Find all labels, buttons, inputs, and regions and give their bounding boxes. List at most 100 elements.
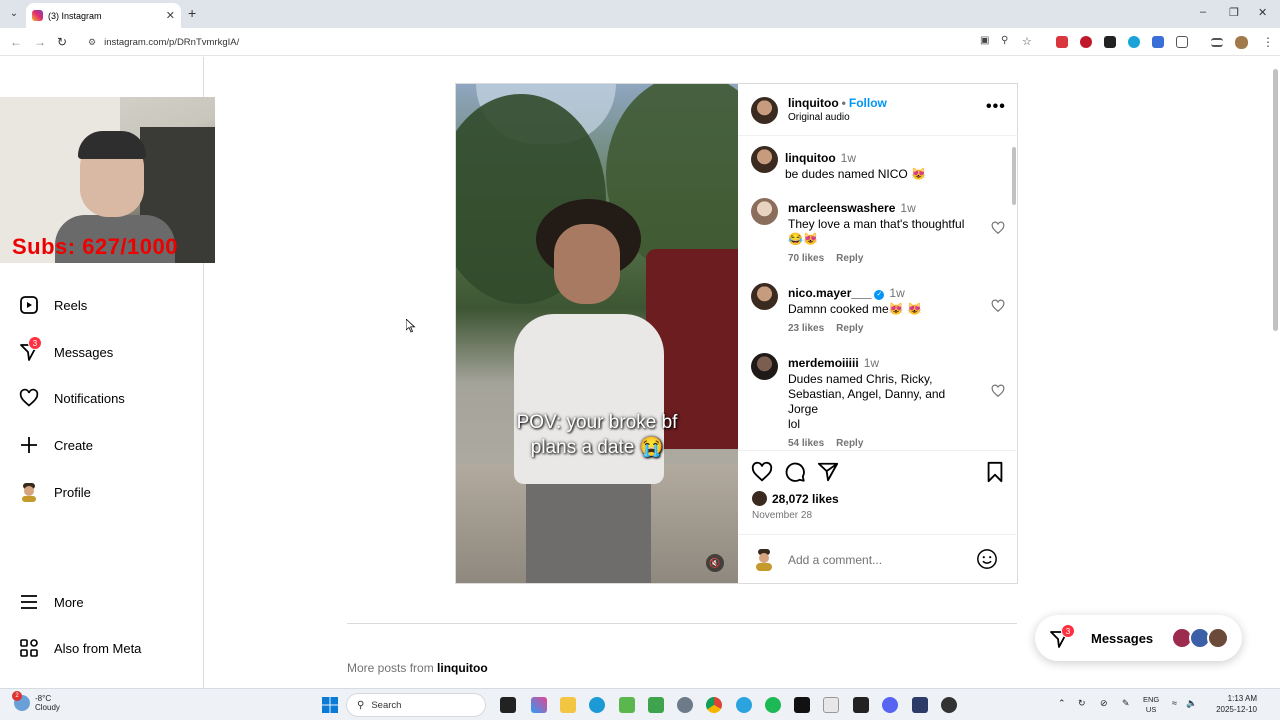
taskbar-search[interactable]: ⚲ Search <box>346 693 486 717</box>
sidebar-item-notifications[interactable]: Notifications <box>18 387 125 409</box>
extension-icon[interactable] <box>1080 36 1092 48</box>
reply-button[interactable]: Reply <box>836 438 863 449</box>
sidebar-item-more[interactable]: More <box>18 591 84 613</box>
site-info-icon[interactable]: ⚙ <box>88 37 96 48</box>
browser-tab[interactable]: (3) Instagram ✕ <box>26 3 181 28</box>
extension-icon[interactable] <box>1152 36 1164 48</box>
commenter-avatar[interactable] <box>751 198 778 225</box>
tab-search-icon[interactable]: ⌄ <box>6 6 22 22</box>
comment-time[interactable]: 1w <box>900 201 915 215</box>
minimize-button[interactable]: – <box>1200 6 1206 18</box>
close-tab-icon[interactable]: ✕ <box>166 9 175 22</box>
taskbar-app-icon[interactable] <box>941 697 957 713</box>
like-comment-heart-icon[interactable] <box>991 221 1005 235</box>
comment-likes[interactable]: 23 likes <box>788 323 824 334</box>
back-button[interactable]: ← <box>10 35 22 49</box>
emoji-picker-icon[interactable] <box>976 548 998 570</box>
start-windows-icon[interactable] <box>322 697 338 713</box>
telegram-icon[interactable] <box>736 697 752 713</box>
taskbar-app-icon[interactable] <box>912 697 928 713</box>
comment-time[interactable]: 1w <box>889 286 904 300</box>
new-tab-button[interactable]: + <box>188 5 196 21</box>
extension-icon[interactable] <box>1056 36 1068 48</box>
page-scrollbar[interactable] <box>1270 57 1280 688</box>
extensions-puzzle-icon[interactable] <box>1176 36 1188 48</box>
comments-scroll-thumb[interactable] <box>1012 147 1016 205</box>
taskbar-app-icon[interactable] <box>500 697 516 713</box>
zoom-icon[interactable]: ⚲ <box>1001 35 1008 46</box>
system-clock[interactable]: 1:13 AM 2025-12-10 <box>1205 693 1257 715</box>
comment-username[interactable]: nico.mayer___ <box>788 286 871 300</box>
comment-time[interactable]: 1w <box>864 356 879 370</box>
discord-icon[interactable] <box>882 697 898 713</box>
comment-username[interactable]: linquitoo <box>785 151 836 165</box>
copilot-icon[interactable] <box>531 697 547 713</box>
edge-icon[interactable] <box>589 697 605 713</box>
comment-username[interactable]: marcleenswashere <box>788 201 895 215</box>
extension-icon[interactable] <box>1104 36 1116 48</box>
messages-floating-button[interactable]: 3 Messages <box>1035 615 1242 661</box>
follow-button[interactable]: Follow <box>849 96 887 110</box>
post-video[interactable]: POV: your broke bf plans a date 😭 🔇 <box>456 84 738 583</box>
comment-time[interactable]: 1w <box>841 151 856 165</box>
tray-pen-icon[interactable]: ✎ <box>1122 698 1130 709</box>
browser-menu-icon[interactable]: ⋮ <box>1262 35 1274 49</box>
commenter-avatar[interactable] <box>751 283 778 310</box>
language-indicator[interactable]: ENG US <box>1143 695 1159 715</box>
sidebar-item-also-from-meta[interactable]: Also from Meta <box>18 637 141 659</box>
address-bar[interactable]: ⚙ instagram.com/p/DRnTvmrkgIA/ <box>80 31 1040 53</box>
commenter-avatar[interactable] <box>751 353 778 380</box>
comment-input[interactable]: Add a comment... <box>788 553 882 567</box>
comment-username[interactable]: merdemoiiiii <box>788 356 859 370</box>
taskbar-app-icon[interactable] <box>648 697 664 713</box>
tiktok-icon[interactable] <box>794 697 810 713</box>
sidebar-item-profile[interactable]: Profile <box>18 481 91 503</box>
tray-overflow-chevron-icon[interactable]: ⌃ <box>1058 698 1066 709</box>
like-comment-heart-icon[interactable] <box>991 384 1005 398</box>
weather-icon: 2 <box>12 691 30 711</box>
author-avatar[interactable] <box>751 97 778 124</box>
taskbar-app-icon[interactable] <box>823 697 839 713</box>
like-comment-heart-icon[interactable] <box>991 299 1005 313</box>
comment-bubble-icon[interactable] <box>784 461 806 483</box>
author-username[interactable]: linquitoo <box>788 96 839 110</box>
tray-network-icon[interactable]: ⊘ <box>1100 698 1108 709</box>
author-avatar[interactable] <box>751 146 778 173</box>
like-heart-icon[interactable] <box>751 461 773 483</box>
chrome-icon[interactable] <box>706 697 722 713</box>
save-bookmark-icon[interactable] <box>984 461 1006 483</box>
sidebar-item-messages[interactable]: 3 Messages <box>18 336 113 363</box>
post-date[interactable]: November 28 <box>752 510 812 521</box>
sidebar-item-reels[interactable]: Reels <box>18 294 87 316</box>
sidebar-item-create[interactable]: Create <box>18 434 93 456</box>
reply-button[interactable]: Reply <box>836 323 863 334</box>
taskbar-app-icon[interactable] <box>853 697 869 713</box>
media-controls-icon[interactable] <box>1211 38 1223 47</box>
more-posts-username[interactable]: linquitoo <box>437 661 488 675</box>
likes-summary[interactable]: 28,072 likes <box>752 491 839 506</box>
install-icon[interactable]: ▣ <box>980 35 989 46</box>
maximize-button[interactable]: ❐ <box>1229 6 1239 19</box>
reply-button[interactable]: Reply <box>836 253 863 264</box>
audio-link[interactable]: Original audio <box>788 112 850 123</box>
comment-likes[interactable]: 70 likes <box>788 253 824 264</box>
mute-toggle-icon[interactable]: 🔇 <box>706 554 724 572</box>
forward-button[interactable]: → <box>34 35 46 49</box>
spotify-icon[interactable] <box>765 697 781 713</box>
extension-icon[interactable] <box>1128 36 1140 48</box>
file-explorer-icon[interactable] <box>560 697 576 713</box>
profile-avatar[interactable] <box>1235 36 1248 49</box>
share-send-icon[interactable] <box>817 461 839 483</box>
tray-sync-icon[interactable]: ↻ <box>1078 698 1086 709</box>
weather-widget[interactable]: 2 -8°C Cloudy <box>12 691 60 712</box>
taskbar-app-icon[interactable] <box>619 697 635 713</box>
reload-button[interactable]: ↻ <box>57 35 67 49</box>
page-scroll-thumb[interactable] <box>1273 69 1278 331</box>
wifi-icon[interactable]: ≈ <box>1172 698 1177 708</box>
more-options-icon[interactable]: ••• <box>986 98 1006 116</box>
close-window-button[interactable]: ✕ <box>1258 6 1267 19</box>
bookmark-star-icon[interactable]: ☆ <box>1022 35 1032 48</box>
comment-likes[interactable]: 54 likes <box>788 438 824 449</box>
settings-gear-icon[interactable] <box>677 697 693 713</box>
volume-icon[interactable]: 🔈 <box>1186 698 1197 709</box>
